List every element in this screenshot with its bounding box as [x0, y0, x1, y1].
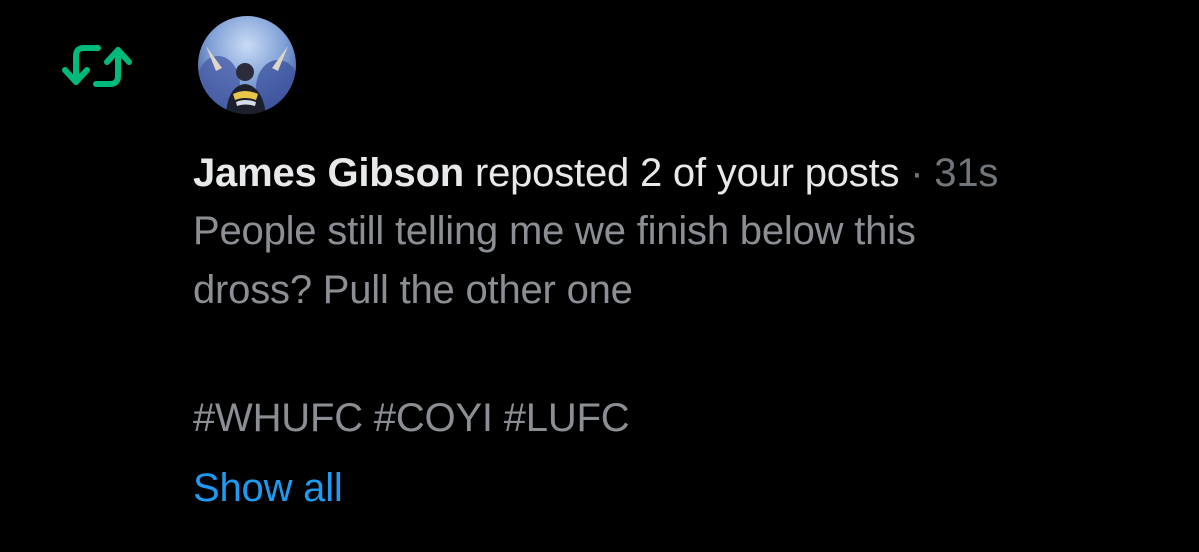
repost-notification[interactable]: James Gibson reposted 2 of your posts · …	[0, 0, 1199, 552]
repost-icon	[58, 38, 136, 94]
action-text: reposted 2 of your posts	[474, 151, 900, 195]
timestamp[interactable]: 31s	[934, 151, 998, 195]
separator-dot: ·	[910, 151, 924, 195]
post-hashtags: #WHUFC #COYI #LUFC	[193, 396, 630, 440]
notification-headline: James Gibson reposted 2 of your posts · …	[193, 145, 1173, 201]
show-all-link[interactable]: Show all	[193, 460, 1173, 516]
user-avatar[interactable]	[198, 16, 296, 114]
post-text[interactable]: People still telling me we finish below …	[193, 202, 1123, 320]
username[interactable]: James Gibson	[193, 151, 464, 195]
post-text-line-1: People still telling me we finish below …	[193, 209, 916, 253]
notification-content: James Gibson reposted 2 of your posts · …	[193, 145, 1173, 516]
post-text-line-2: dross? Pull the other one	[193, 268, 633, 312]
